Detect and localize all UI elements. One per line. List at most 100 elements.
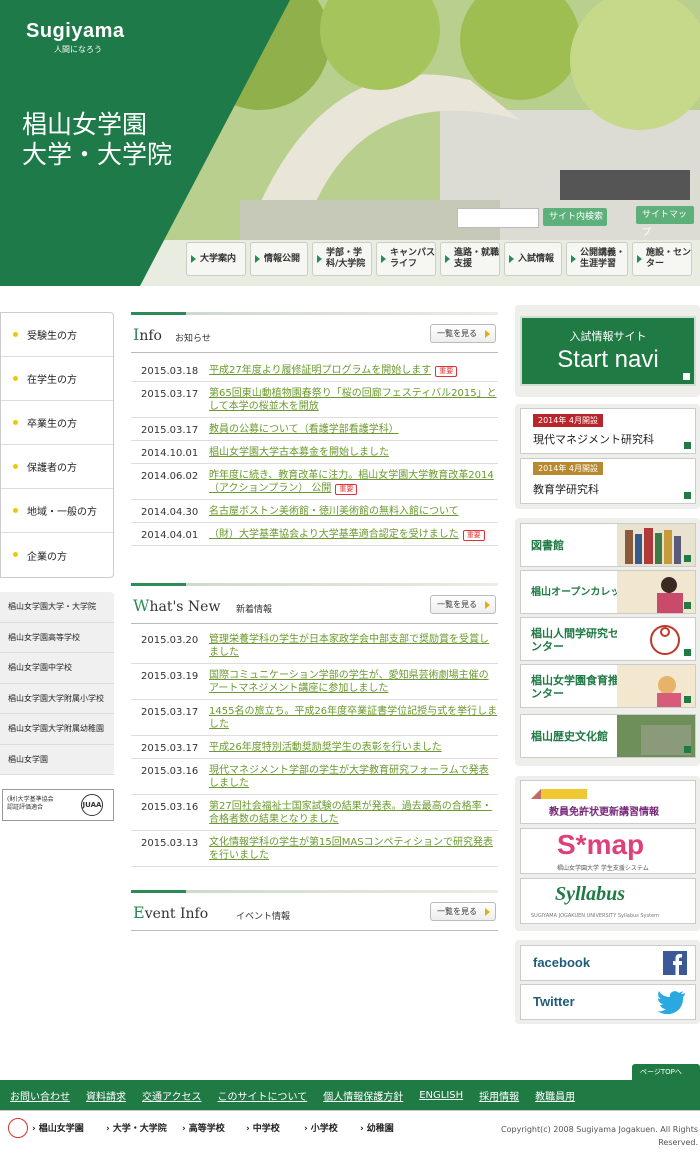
info-more-button[interactable]: 一覧を見る (430, 324, 496, 343)
news-title-link[interactable]: 文化情報学科の学生が第15回MASコンペティションで研究発表を行いました (209, 831, 498, 866)
news-title-link[interactable]: 昨年度に続き、教育改革に注力。椙山女学園大学教育改革2014（アクションプラン）… (209, 464, 498, 499)
news-item[interactable]: 2015.03.17 1455名の旅立ち。平成26年度卒業証書学位記授与式を挙行し… (131, 700, 498, 736)
syllabus-banner[interactable]: Syllabus SUGIYAMA JOGAKUEN UNIVERSITY Sy… (520, 878, 696, 924)
footer-link-contact[interactable]: お問い合わせ (10, 1088, 70, 1103)
audience-nav: 受験生の方 在学生の方 卒業生の方 保護者の方 地域・一般の方 企業の方 (0, 312, 114, 578)
page-top-button[interactable]: ページTOPへ (632, 1064, 700, 1080)
news-item[interactable]: 2014.04.01 （財）大学基準協会より大学基準適合認定を受けました 重要 (131, 523, 498, 546)
footer-link-access[interactable]: 交通アクセス (142, 1088, 202, 1103)
news-title-link[interactable]: （財）大学基準協会より大学基準適合認定を受けました 重要 (209, 523, 498, 545)
footer-school-kindergarten[interactable]: 幼稚園 (360, 1121, 394, 1134)
facebook-banner[interactable]: facebook (520, 945, 696, 981)
news-item[interactable]: 2015.03.13 文化情報学科の学生が第15回MASコンペティションで研究発表… (131, 831, 498, 867)
facility-human-research[interactable]: 椙山人間学研究センター (520, 617, 696, 661)
news-item[interactable]: 2015.03.17 平成26年度特別活動奨励奨学生の表彰を行いました (131, 736, 498, 759)
footer-link-recruit[interactable]: 採用情報 (479, 1088, 519, 1103)
news-date: 2014.10.01 (141, 448, 199, 459)
news-title-link[interactable]: 第27回社会福祉士国家試験の結果が発表。過去最高の合格率・合格者数の結果となりま… (209, 795, 498, 830)
footer-link-brochure[interactable]: 資料請求 (86, 1088, 126, 1103)
important-badge: 重要 (435, 366, 458, 377)
news-item[interactable]: 2015.03.17 教員の公募について（看護学部看護学科） (131, 418, 498, 441)
audience-alumni[interactable]: 卒業生の方 (1, 401, 113, 445)
news-title-link[interactable]: 平成27年度より履修証明プログラムを開始します 重要 (209, 359, 498, 381)
news-item[interactable]: 2015.03.16 第27回社会福祉士国家試験の結果が発表。過去最高の合格率・合… (131, 795, 498, 831)
audience-students[interactable]: 在学生の方 (1, 357, 113, 401)
event-title-first: E (133, 903, 145, 922)
whatsnew-section: What's New 新着情報 一覧を見る 2015.03.20 管理栄養学科の学… (131, 583, 498, 867)
news-date: 2015.03.17 (141, 707, 199, 718)
audience-companies[interactable]: 企業の方 (1, 533, 113, 577)
twitter-bird-icon (657, 991, 685, 1015)
footer-school-elementary[interactable]: 小学校 (304, 1121, 338, 1134)
news-title-link[interactable]: 管理栄養学科の学生が日本家政学会中部支部で奨励賞を受賞しました (209, 628, 498, 663)
event-more-button[interactable]: 一覧を見る (430, 902, 496, 921)
news-title-text: （財）大学基準協会より大学基準適合認定を受けました (209, 529, 459, 540)
news-date: 2014.06.02 (141, 471, 199, 482)
news-item[interactable]: 2014.04.30 名古屋ボストン美術館・徳川美術館の無料入館について (131, 500, 498, 523)
info-list: 2015.03.18 平成27年度より履修証明プログラムを開始します 重要 2015.… (131, 353, 498, 546)
arrow-icon (684, 649, 691, 656)
facility-library[interactable]: 図書館 (520, 523, 696, 567)
audience-prospective[interactable]: 受験生の方 (1, 313, 113, 357)
gnav-career[interactable]: 進路・就職支援 (440, 242, 500, 276)
footer-school-university[interactable]: 大学・大学院 (106, 1121, 167, 1134)
school-juniorhigh[interactable]: 椙山女学園中学校 (0, 653, 114, 684)
gnav-faculties[interactable]: 学部・学科/大学院 (312, 242, 372, 276)
news-title-link[interactable]: 現代マネジメント学部の学生が大学教育研究フォーラムで発表しました (209, 759, 498, 794)
gnav-campuslife[interactable]: キャンパスライフ (376, 242, 436, 276)
site-logo[interactable]: Sugiyama 人間になろう (26, 20, 124, 55)
facility-open-college[interactable]: 椙山オープンカレッジ (520, 570, 696, 614)
news-title-link[interactable]: 名古屋ボストン美術館・徳川美術館の無料入館について (209, 500, 498, 522)
school-highschool[interactable]: 椙山女学園高等学校 (0, 623, 114, 653)
school-kindergarten[interactable]: 椙山女学園大学附属幼稚園 (0, 714, 114, 745)
news-item[interactable]: 2015.03.19 国際コミュニケーション学部の学生が、愛知県芸術劇場主催のアー… (131, 664, 498, 700)
news-date: 2015.03.16 (141, 802, 199, 813)
whatsnew-more-button[interactable]: 一覧を見る (430, 595, 496, 614)
lab-education-banner[interactable]: 2014年 4月開設 教育学研究科 (520, 458, 696, 504)
lab-management-banner[interactable]: 2014年 4月開設 現代マネジメント研究科 (520, 408, 696, 454)
site-search-button[interactable]: サイト内検索 (543, 208, 607, 226)
footer-link-staff[interactable]: 教職員用 (535, 1088, 575, 1103)
sitemap-button[interactable]: サイトマップ (636, 206, 694, 238)
school-jogakuen[interactable]: 椙山女学園 (0, 745, 114, 775)
gnav-public-lectures[interactable]: 公開講義・生涯学習 (566, 242, 628, 276)
news-item[interactable]: 2015.03.20 管理栄養学科の学生が日本家政学会中部支部で奨励賞を受賞しまし… (131, 628, 498, 664)
site-search-input[interactable] (457, 208, 539, 228)
gnav-facilities[interactable]: 施設・センター (632, 242, 692, 276)
footer-link-about-site[interactable]: このサイトについて (218, 1088, 308, 1103)
gnav-about[interactable]: 大学案内 (186, 242, 246, 276)
twitter-banner[interactable]: Twitter (520, 984, 696, 1020)
license-renewal-banner[interactable]: 教員免許状更新講習情報 (520, 780, 696, 824)
news-item[interactable]: 2014.10.01 椙山女学園大学古本募金を開始しました (131, 441, 498, 464)
news-item[interactable]: 2015.03.18 平成27年度より履修証明プログラムを開始します 重要 (131, 359, 498, 382)
footer-school-juniorhigh[interactable]: 中学校 (246, 1121, 280, 1134)
school-university[interactable]: 椙山女学園大学・大学院 (0, 592, 114, 623)
accreditation-badge[interactable]: (財)大学基準協会 認証評価適合 JUAA (2, 789, 114, 821)
footer-school-jogakuen[interactable]: 椙山女学園 (32, 1121, 84, 1134)
news-title-link[interactable]: 椙山女学園大学古本募金を開始しました (209, 441, 498, 463)
gnav-admissions[interactable]: 入試情報 (504, 242, 562, 276)
news-title-link[interactable]: 1455名の旅立ち。平成26年度卒業証書学位記授与式を挙行しました (209, 700, 498, 735)
footer-link-english[interactable]: ENGLISH (419, 1090, 463, 1101)
news-title-text: 名古屋ボストン美術館・徳川美術館の無料入館について (209, 506, 459, 517)
news-title-link[interactable]: 国際コミュニケーション学部の学生が、愛知県芸術劇場主催のアートマネジメント講座に… (209, 664, 498, 699)
site-header: Sugiyama 人間になろう 椙山女学園 大学・大学院 サイト内検索 サイトマ… (0, 0, 700, 286)
audience-parents[interactable]: 保護者の方 (1, 445, 113, 489)
news-date: 2015.03.18 (141, 366, 199, 377)
startnavi-banner[interactable]: 入試情報サイト Start navi (520, 316, 696, 386)
news-title-link[interactable]: 第65回東山動植物園春祭り「桜の回廊フェスティバル2015」として本学の桜並木を… (209, 382, 498, 417)
audience-community[interactable]: 地域・一般の方 (1, 489, 113, 533)
facility-history-museum[interactable]: 椙山歴史文化館 (520, 714, 696, 758)
news-title-link[interactable]: 教員の公募について（看護学部看護学科） (209, 418, 498, 440)
gnav-disclosure[interactable]: 情報公開 (250, 242, 308, 276)
footer-link-privacy[interactable]: 個人情報保護方針 (323, 1088, 403, 1103)
news-item[interactable]: 2015.03.16 現代マネジメント学部の学生が大学教育研究フォーラムで発表しま… (131, 759, 498, 795)
school-elementary[interactable]: 椙山女学園大学附属小学校 (0, 684, 114, 714)
news-item[interactable]: 2014.06.02 昨年度に続き、教育改革に注力。椙山女学園大学教育改革2014… (131, 464, 498, 500)
footer-school-highschool[interactable]: 高等学校 (182, 1121, 225, 1134)
news-title-link[interactable]: 平成26年度特別活動奨励奨学生の表彰を行いました (209, 736, 498, 758)
smap-banner[interactable]: S*map 椙山女学園大学 学生支援システム (520, 828, 696, 874)
news-item[interactable]: 2015.03.17 第65回東山動植物園春祭り「桜の回廊フェスティバル2015」… (131, 382, 498, 418)
lab-name: 現代マネジメント研究科 (533, 433, 654, 446)
facility-shokuiku[interactable]: 椙山女学園食育推進センター (520, 664, 696, 708)
